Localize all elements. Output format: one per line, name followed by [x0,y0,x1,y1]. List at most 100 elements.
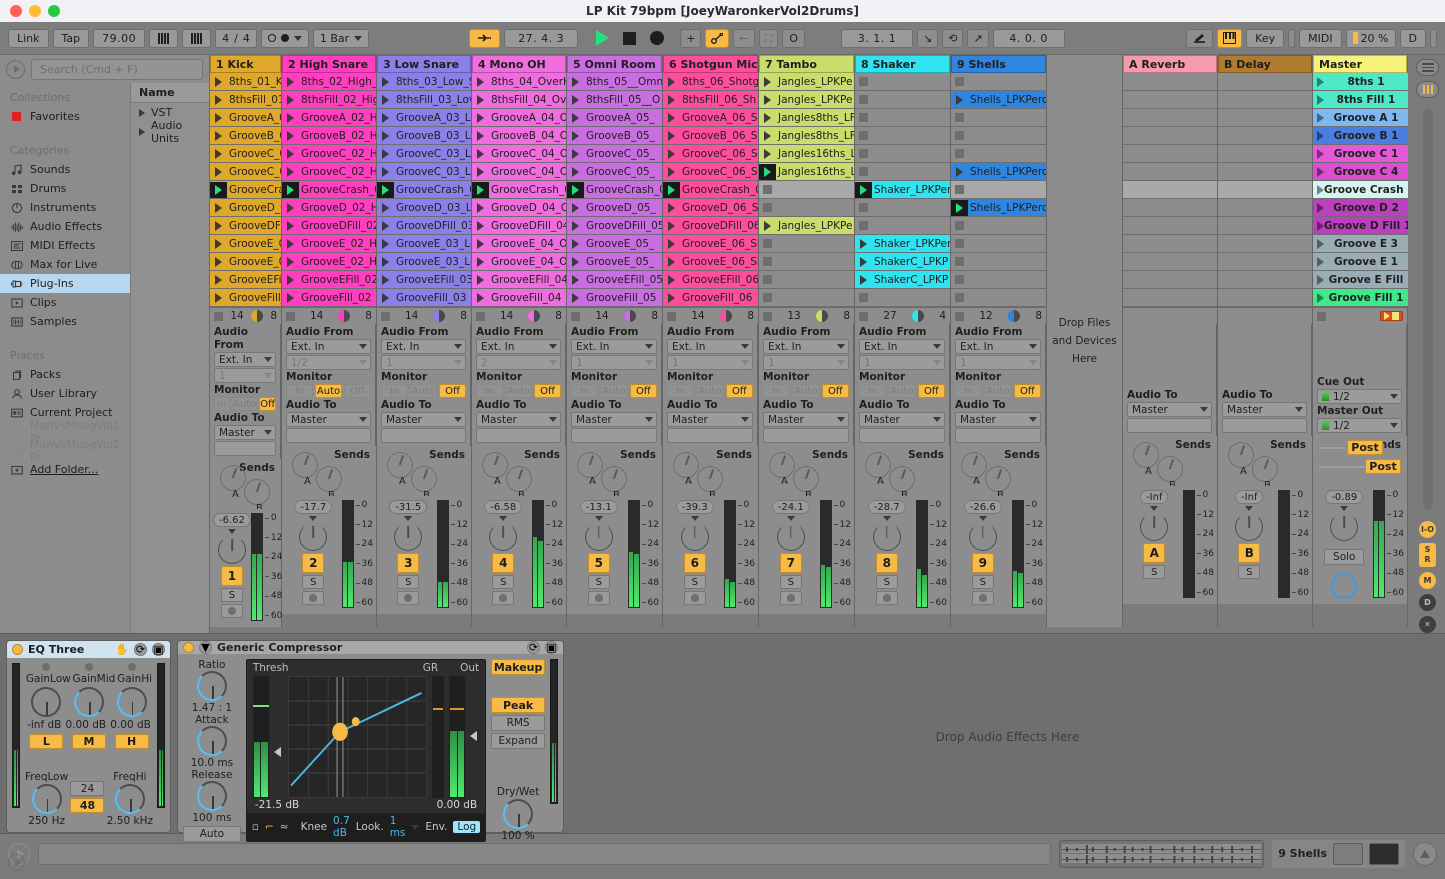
clip-stop-icon[interactable] [955,275,964,284]
send-b-knob[interactable] [244,479,270,505]
loop-length-field[interactable]: 4. 0. 0 [993,29,1065,48]
pan-knob[interactable] [1330,513,1358,541]
pan-knob[interactable] [218,536,246,564]
clip-slot[interactable]: Jangles_LPKPe [759,73,854,91]
clip-play-icon[interactable] [663,254,680,270]
clip-slot[interactable]: Jangles_LPKPe [759,217,854,235]
punch-out-button[interactable]: ↗ [967,29,988,48]
clip-play-icon[interactable] [951,164,968,180]
device-thumb-compressor[interactable] [1369,843,1399,865]
eq-mid-toggle[interactable]: M [72,734,106,749]
input-channel-select[interactable]: 1 [955,355,1041,370]
drywet-value[interactable]: 100 % [491,830,545,842]
pan-knob[interactable] [585,523,613,551]
clip-slot-empty[interactable] [759,253,854,271]
send-b-post-button[interactable]: Post [1365,459,1401,474]
device-thumb-eq[interactable] [1333,843,1363,865]
follow-button[interactable] [469,29,500,48]
clip-slot[interactable]: GrooveFill_01 [210,289,281,307]
midi-quantize-button[interactable] [261,29,309,48]
monitor-auto-button[interactable]: Auto [696,384,723,398]
clip-slot[interactable]: GrooveDFill_01 [210,217,281,235]
clip-stop-icon[interactable] [763,239,772,248]
slope-24-button[interactable]: 24 [70,781,104,796]
clip-slot[interactable]: GrooveD_05_ [567,199,662,217]
arm-record-button[interactable] [397,591,419,605]
output-channel-select[interactable] [286,428,371,443]
pan-knob[interactable] [681,523,709,551]
clip-slot[interactable]: Jangles8ths_LF [759,127,854,145]
stop-all-clips-button[interactable] [286,312,295,321]
clip-play-icon[interactable] [759,218,776,234]
clip-slot[interactable]: GrooveE_06_Sh [663,235,758,253]
track-activator-button[interactable]: 3 [397,553,419,573]
crossfade-section-toggle[interactable]: ✕ [1419,616,1436,633]
volume-value[interactable]: -39.3 [676,500,714,514]
send-a-knob[interactable] [577,452,603,478]
solo-button[interactable]: S [588,575,610,589]
clip-stop-icon[interactable] [859,167,868,176]
pan-knob[interactable] [1235,513,1263,541]
solo-button[interactable]: S [221,588,243,602]
clip-slot-empty[interactable] [951,271,1046,289]
monitor-in-button[interactable]: In [476,384,503,398]
stop-all-clips-button[interactable] [859,312,868,321]
clip-slot-empty[interactable] [951,109,1046,127]
scene-slot[interactable]: Groove A 1 [1313,109,1408,127]
send-a-knob[interactable] [387,452,413,478]
mixer-section-toggle[interactable]: M [1419,572,1436,589]
track-activator-button[interactable]: B [1238,543,1260,563]
chevron-down-icon[interactable]: ▼ [199,641,212,654]
clip-play-icon[interactable] [282,128,299,144]
clip-play-icon[interactable] [663,200,680,216]
clip-slot[interactable]: GrooveA_01_K [210,109,281,127]
loop-button[interactable]: O [782,29,805,48]
input-channel-select[interactable]: 1 [214,368,276,383]
device-generic-compressor[interactable]: ▼ Generic Compressor ⟳ ▣ Ratio 1.47 : 1 … [177,640,564,833]
pan-knob[interactable] [873,523,901,551]
input-channel-select[interactable]: 1 [667,355,753,370]
clip-play-icon[interactable] [567,272,584,288]
stop-all-clips-button[interactable] [667,312,676,321]
loop-toggle-button[interactable]: ⟲ [942,29,963,48]
volume-value[interactable]: -Inf [1235,490,1263,504]
clip-slot-empty[interactable] [951,235,1046,253]
name-column-header[interactable]: Name [131,83,209,103]
clip-play-icon[interactable] [282,164,299,180]
scene-slot[interactable]: Groove D 2 [1313,199,1408,217]
output-channel-select[interactable] [1127,418,1212,433]
send-b-knob[interactable] [889,466,915,492]
input-channel-select[interactable]: 1 [859,355,945,370]
send-a-knob[interactable] [1133,442,1159,468]
send-b-knob[interactable] [1252,456,1278,482]
scene-slot[interactable]: 8ths Fill 1 [1313,91,1408,109]
clip-slot[interactable]: GrooveFill_02 [282,289,376,307]
clip-slot[interactable]: GrooveD_04_O [472,199,566,217]
volume-value[interactable]: -26.6 [964,500,1002,514]
input-channel-select[interactable]: 1 [763,355,849,370]
clip-play-icon[interactable] [210,164,227,180]
track-name-4[interactable]: 4 Mono OH [472,55,566,73]
clip-slot[interactable]: GrooveEFill_01 [210,271,281,289]
clip-slot-empty[interactable] [951,73,1046,91]
clip-play-icon[interactable] [282,182,299,198]
monitor-in-button[interactable]: In [859,384,886,398]
clip-slot[interactable]: GrooveEFill_02 [282,271,376,289]
clip-play-icon[interactable] [210,218,227,234]
clip-play-icon[interactable] [567,164,584,180]
track-name-2[interactable]: 2 High Snare [282,55,376,73]
clip-play-icon[interactable] [472,128,489,144]
input-channel-select[interactable]: 1 [571,355,657,370]
clip-play-icon[interactable] [282,272,299,288]
volume-value[interactable]: -0.89 [1325,490,1363,504]
master-out-select[interactable]: 1/2 [1317,418,1402,433]
peak-button[interactable]: Peak [491,697,545,713]
sidebar-item-favorites[interactable]: Favorites [0,107,130,126]
monitor-off-button[interactable]: Off [630,384,657,398]
volume-value[interactable]: -24.1 [772,500,810,514]
clip-slot[interactable]: 8ths_01_Kick_ [210,73,281,91]
clip-slot-empty[interactable] [855,91,950,109]
clip-slot[interactable]: GrooveC_05_ [567,145,662,163]
track-name-6[interactable]: 6 Shotgun Mic [663,55,758,73]
send-b-knob[interactable] [985,466,1011,492]
